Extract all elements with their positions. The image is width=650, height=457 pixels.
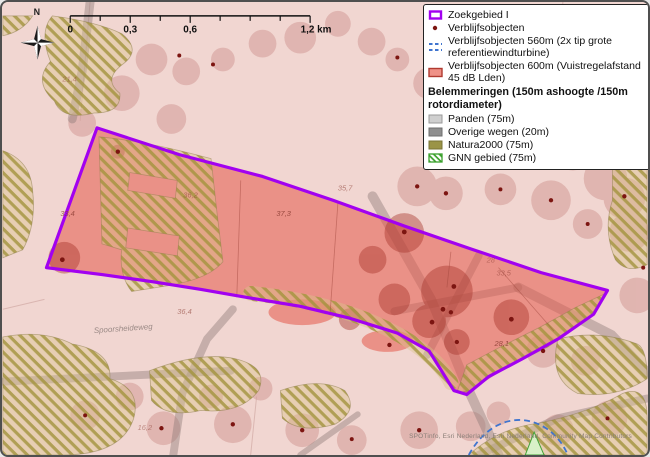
north-label: N [34,7,40,17]
scale-label-03: 0,3 [123,25,137,36]
area-label: 33,4 [60,209,74,218]
legend-label: Zoekgebied I [448,9,645,21]
zoekgebied-swatch-icon [428,10,444,20]
area-label: 33,5 [496,269,511,278]
legend-heading: Belemmeringen (150m ashoogte /150m rotor… [428,86,645,111]
legend-label: Natura2000 (75m) [448,139,645,151]
area-label: 16,2 [138,423,153,432]
legend-label: Panden (75m) [448,113,645,125]
area-label: 21,4 [61,74,76,83]
scale-label-06: 0,6 [183,25,197,36]
legend-panel: Zoekgebied I Verblijfsobjecten Verblijfs… [423,4,650,170]
scale-label-12km: 1,2 km [301,25,332,36]
area-label: 28 [486,256,496,265]
scale-label-0: 0 [67,25,73,36]
legend-item-gnn: GNN gebied (75m) [428,152,645,164]
legend-item-overige-wegen: Overige wegen (20m) [428,126,645,138]
map-attribution: SPOTinfo, Esri Nederland, Esri Nederland… [409,433,632,440]
area-label: 36,4 [177,307,191,316]
area-label: 28,1 [494,339,509,348]
legend-item-560m: Verblijfsobjecten 560m (2x tip grote ref… [428,35,645,59]
area-label: 35,7 [338,183,353,192]
gnn-swatch-icon [428,153,444,163]
legend-item-verblijfsobjecten: Verblijfsobjecten [428,22,645,34]
legend-label: Verblijfsobjecten [448,22,645,34]
legend-label: Verblijfsobjecten 560m (2x tip grote ref… [448,35,645,59]
legend-item-natura2000: Natura2000 (75m) [428,139,645,151]
legend-label: Verblijfsobjecten 600m (Vuistregelafstan… [448,60,645,84]
legend-item-600m: Verblijfsobjecten 600m (Vuistregelafstan… [428,60,645,84]
legend-label: Overige wegen (20m) [448,126,645,138]
legend-item-panden: Panden (75m) [428,113,645,125]
area-label: 37,3 [276,209,291,218]
map-window: 21,4 33,4 36,2 37,3 35,7 28 33,5 28,1 36… [0,0,650,457]
natura2000-swatch-icon [428,140,444,150]
legend-item-zoekgebied: Zoekgebied I [428,9,645,21]
dashed-line-icon [428,40,444,54]
residence-dot-icon [428,23,444,33]
panden-swatch-icon [428,114,444,124]
legend-label: GNN gebied (75m) [448,152,645,164]
wegen-swatch-icon [428,127,444,137]
area-label: 36,2 [183,190,198,199]
zone-600m-swatch-icon [428,67,444,78]
